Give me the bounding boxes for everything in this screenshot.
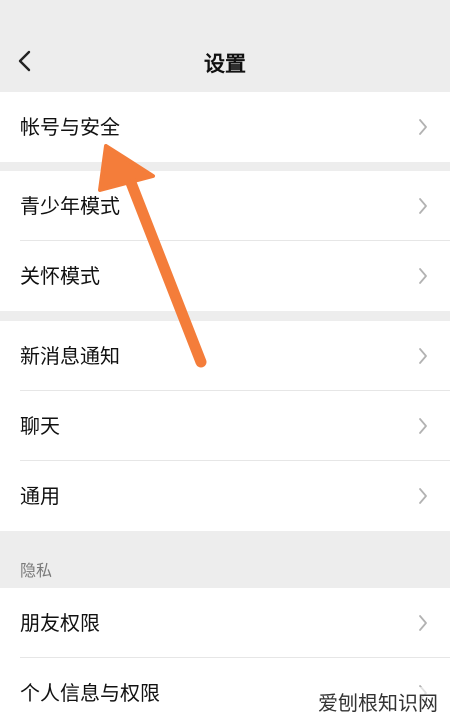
settings-group-account: 帐号与安全 xyxy=(0,92,450,162)
watermark: 爱刨根知识网 xyxy=(314,687,442,716)
chevron-right-icon xyxy=(419,268,427,284)
settings-group-modes: 青少年模式 关怀模式 xyxy=(0,171,450,311)
settings-item-label: 个人信息与权限 xyxy=(20,681,160,705)
chevron-right-icon xyxy=(419,119,427,135)
settings-item-label: 帐号与安全 xyxy=(20,115,120,139)
settings-item-label: 青少年模式 xyxy=(20,194,120,218)
chevron-right-icon xyxy=(419,198,427,214)
chevron-right-icon xyxy=(419,418,427,434)
page-title: 设置 xyxy=(204,52,246,76)
top-bar: 设置 xyxy=(0,0,450,92)
section-label-privacy: 隐私 xyxy=(20,561,53,580)
settings-item-label: 朋友权限 xyxy=(20,611,100,635)
settings-group-general: 新消息通知 聊天 通用 xyxy=(0,321,450,531)
settings-item-friend-permissions[interactable]: 朋友权限 xyxy=(0,588,450,658)
settings-item-account-security[interactable]: 帐号与安全 xyxy=(0,92,450,162)
settings-item-care-mode[interactable]: 关怀模式 xyxy=(0,241,450,311)
settings-item-label: 聊天 xyxy=(20,414,60,438)
settings-item-label: 新消息通知 xyxy=(20,344,120,368)
settings-item-label: 关怀模式 xyxy=(20,264,100,288)
settings-item-general[interactable]: 通用 xyxy=(0,461,450,531)
chevron-right-icon xyxy=(419,615,427,631)
chevron-right-icon xyxy=(419,488,427,504)
settings-item-notifications[interactable]: 新消息通知 xyxy=(0,321,450,391)
settings-item-youth-mode[interactable]: 青少年模式 xyxy=(0,171,450,241)
settings-item-chat[interactable]: 聊天 xyxy=(0,391,450,461)
settings-item-label: 通用 xyxy=(20,484,60,508)
chevron-right-icon xyxy=(419,348,427,364)
